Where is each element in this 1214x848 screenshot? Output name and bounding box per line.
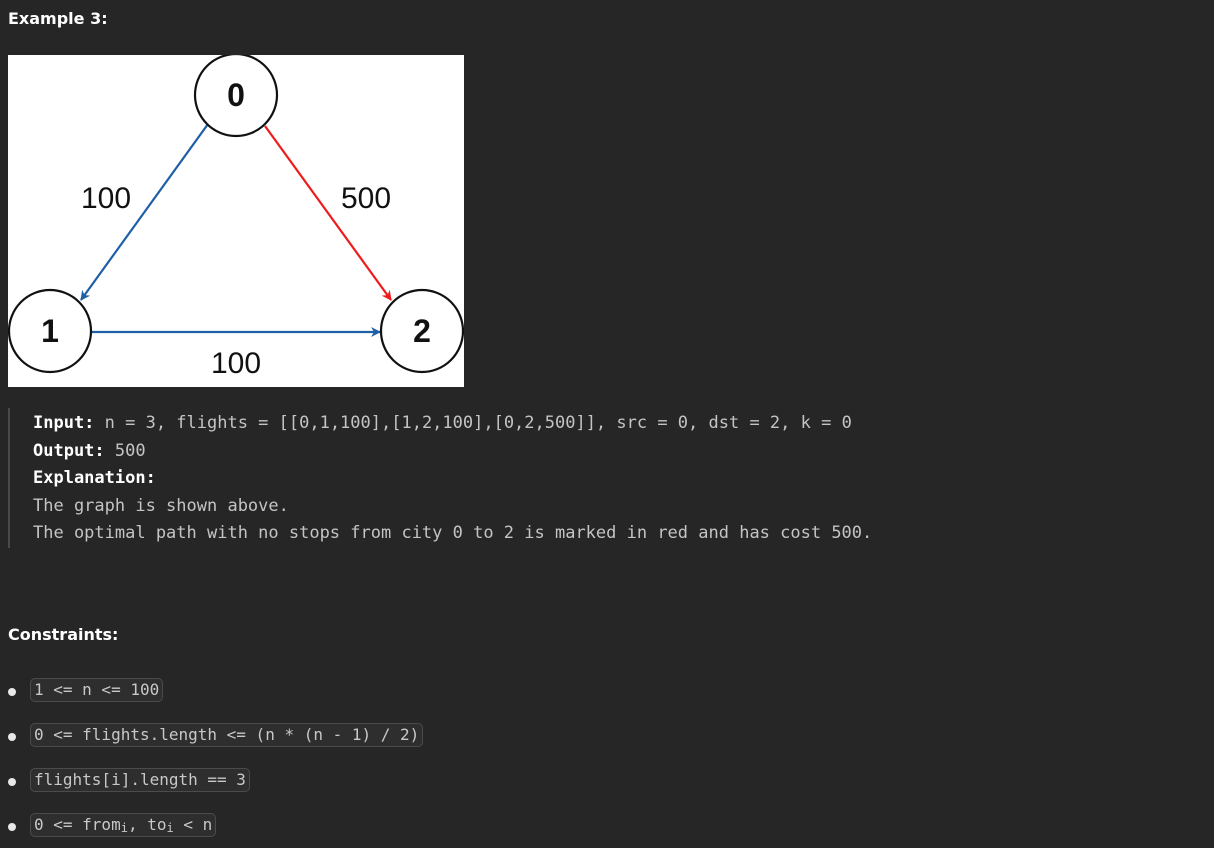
example-block: Input: n = 3, flights = [[0,1,100],[1,2,…	[8, 408, 1200, 548]
output-value: 500	[104, 441, 146, 461]
explanation-line: Explanation:	[33, 467, 156, 489]
constraints-heading: Constraints:	[8, 625, 119, 644]
constraint-text-pre: 0 <= from	[34, 815, 121, 834]
bullet-icon	[8, 688, 16, 696]
constraint-code: 1 <= n <= 100	[30, 678, 164, 702]
explanation-text-2: The optimal path with no stops from city…	[33, 523, 873, 543]
graph-figure: 100 500 100 0 1 2	[8, 55, 464, 387]
bullet-icon	[8, 733, 16, 741]
explanation-text-1: The graph is shown above.	[33, 496, 289, 516]
constraint-code: 0 <= flights.length <= (n * (n - 1) / 2)	[30, 723, 424, 747]
subscript-i: i	[120, 821, 128, 835]
bullet-icon	[8, 823, 16, 831]
input-line: Input: n = 3, flights = [[0,1,100],[1,2,…	[33, 412, 852, 434]
graph-svg: 100 500 100 0 1 2	[8, 55, 464, 380]
edge-label-0-2: 500	[341, 182, 391, 215]
edge-label-0-1: 100	[81, 182, 131, 215]
output-label: Output:	[33, 441, 105, 461]
bullet-icon	[8, 778, 16, 786]
input-value: n = 3, flights = [[0,1,100],[1,2,100],[0…	[94, 413, 852, 433]
output-line: Output: 500	[33, 440, 146, 462]
input-label: Input:	[33, 413, 95, 433]
constraint-text-post: < n	[173, 815, 213, 834]
graph-node-label-1: 1	[41, 313, 59, 349]
explanation-label: Explanation:	[33, 468, 156, 488]
graph-node-label-0: 0	[227, 77, 245, 113]
edge-label-1-2: 100	[211, 347, 261, 380]
constraint-code: 0 <= fromi, toi < n	[30, 813, 217, 837]
graph-node-label-2: 2	[413, 313, 431, 349]
subscript-i: i	[166, 821, 174, 835]
example-heading: Example 3:	[8, 9, 108, 28]
constraint-code: flights[i].length == 3	[30, 768, 250, 792]
constraint-text-mid: , to	[127, 815, 167, 834]
